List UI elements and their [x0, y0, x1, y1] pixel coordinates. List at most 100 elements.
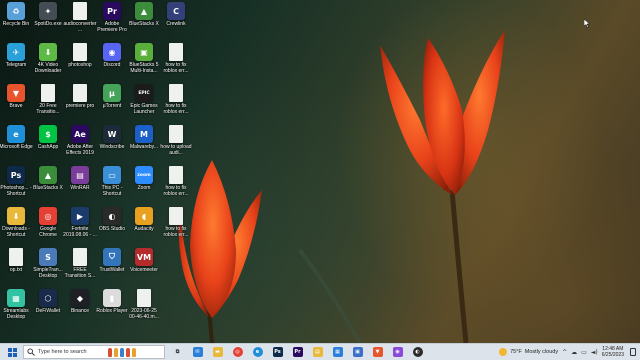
desktop-icon-label: how to fix roblox err... — [163, 103, 189, 115]
desktop-icon[interactable]: ⬇ 4K Video Downloader — [33, 43, 63, 74]
taskbar-app-notes[interactable]: ▤ — [308, 344, 327, 360]
desktop-icon[interactable]: ◎ Google Chrome — [33, 207, 63, 238]
desktop-icon-label: Malwareby... — [130, 144, 158, 150]
app-icon — [73, 43, 87, 61]
desktop-icon[interactable]: VM Voicemeeter — [129, 248, 159, 273]
desktop-icon[interactable]: how to fix roblox err... — [161, 166, 191, 197]
desktop-icon[interactable]: ◉ Discord — [97, 43, 127, 68]
desktop-icon[interactable]: ▦ Streamlabs Desktop — [1, 289, 31, 320]
desktop-icon[interactable]: FREE Transition S... — [65, 248, 95, 279]
desktop-icon[interactable]: ▶ Fortnite 2019.08.06 - ... — [63, 207, 97, 238]
app-icon: ◆ — [71, 289, 89, 307]
app-icon: ◉ — [103, 43, 121, 61]
desktop-icon[interactable]: ♻ Recycle Bin — [1, 2, 31, 27]
taskbar-app-obs[interactable]: ◐ — [408, 344, 427, 360]
taskbar-app-photos[interactable]: ▣ — [348, 344, 367, 360]
desktop-icon[interactable]: 2023-06-25 00-46-40.m... — [129, 289, 159, 320]
desktop-icon[interactable]: ▣ BlueStacks 5 Multi-Insta... — [129, 43, 159, 74]
desktop-icon-label: premiere pro — [65, 103, 95, 109]
desktop-icon-label: Fortnite 2019.08.06 - ... — [63, 226, 97, 238]
app-icon: ⛉ — [103, 248, 121, 266]
desktop-icon[interactable]: ▮ Roblox Player — [96, 289, 128, 314]
app-icon: C — [167, 2, 185, 20]
desktop-icon[interactable]: ⛉ TrustWallet — [97, 248, 127, 273]
app-icon: ▶ — [71, 207, 89, 225]
desktop-icon-label: 2023-06-25 00-46-40.m... — [129, 308, 159, 320]
desktop-icon[interactable]: ◆ Binance — [65, 289, 95, 314]
start-button[interactable] — [4, 344, 20, 360]
desktop-icon[interactable]: ▲ BlueStacks X — [33, 166, 63, 191]
desktop-icon[interactable]: S SimpleTran... Desktop — [33, 248, 63, 279]
photoshop-icon: Ps — [272, 347, 283, 357]
file-explorer-icon: ▬ — [212, 347, 223, 357]
desktop-icon[interactable]: how to fix roblox err... — [161, 207, 191, 238]
notification-center-icon[interactable] — [630, 348, 636, 356]
taskbar-app-edge[interactable]: e — [248, 344, 267, 360]
desktop-icon[interactable]: how to upload audi... — [160, 125, 192, 156]
desktop-icon-label: µTorrent — [102, 103, 122, 109]
desktop-icon[interactable]: $ CashApp — [33, 125, 63, 150]
search-icon — [27, 348, 35, 356]
taskbar-app-file-explorer[interactable]: ▬ — [208, 344, 227, 360]
brave-icon: ▼ — [372, 347, 383, 357]
desktop-icon[interactable]: C Crewlink — [161, 2, 191, 27]
desktop-icon[interactable]: ▲ BlueStacks X — [129, 2, 159, 27]
taskbar-app-chrome[interactable]: ◎ — [228, 344, 247, 360]
desktop-icon[interactable]: ▤ WinRAR — [65, 166, 95, 191]
desktop-icon-label: Voicemeeter — [130, 267, 158, 273]
taskbar-app-messenger[interactable]: ◉ — [388, 344, 407, 360]
taskbar-app-task-view[interactable]: ⧉ — [168, 344, 187, 360]
desktop-icon[interactable]: ⬇ Downloads - Shortcut — [1, 207, 31, 238]
app-icon: Ps — [7, 166, 25, 184]
desktop-icon[interactable]: how to fix roblox err... — [161, 43, 191, 74]
taskbar-app-brave[interactable]: ▼ — [368, 344, 387, 360]
desktop-icon[interactable]: Ae Adobe After Effects 2019 — [65, 125, 95, 156]
taskbar-app-premiere[interactable]: Pr — [288, 344, 307, 360]
desktop-icon[interactable]: ✈ Telegram — [1, 43, 31, 68]
search-input[interactable] — [38, 349, 104, 355]
desktop-icon[interactable]: e Microsoft Edge — [0, 125, 33, 150]
photos-icon: ▣ — [352, 347, 363, 357]
taskbar-app-mail[interactable]: ✉ — [188, 344, 207, 360]
desktop-icon-label: how to fix roblox err... — [163, 226, 189, 238]
app-icon: ▼ — [7, 84, 25, 102]
desktop-icon-label: Adobe Premiere Pro — [97, 21, 127, 33]
taskbar-clock[interactable]: 12:48 AM 6/25/2023 — [602, 346, 624, 358]
network-icon[interactable]: ▭ — [581, 349, 587, 356]
hidden-icons-chevron-icon[interactable]: ^ — [562, 349, 567, 356]
desktop-icon-label: OBS Studio — [98, 226, 126, 232]
desktop-icon-label: op.txt — [9, 267, 23, 273]
desktop-icon[interactable]: 20 Free Transitio... — [33, 84, 63, 115]
taskbar-app-store[interactable]: ▦ — [328, 344, 347, 360]
app-icon — [169, 125, 183, 143]
desktop-icon[interactable]: µ µTorrent — [97, 84, 127, 109]
app-icon — [41, 84, 55, 102]
desktop-icon[interactable]: Ps Photoshop... - Shortcut — [0, 166, 32, 197]
desktop-icon[interactable]: ▼ Brave — [1, 84, 31, 109]
taskbar-search-box[interactable] — [23, 345, 165, 359]
desktop-icon[interactable]: ✦ SpotiDo.exe — [33, 2, 63, 27]
desktop-icon[interactable]: M Malwareby... — [129, 125, 159, 150]
task-view-icon: ⧉ — [172, 347, 183, 357]
desktop-icon[interactable]: ◖ Audacity — [129, 207, 159, 232]
weather-widget[interactable]: 75°F Mostly cloudy — [499, 348, 558, 356]
desktop-icon[interactable]: ⬡ DeFiWallet — [33, 289, 63, 314]
desktop-icon[interactable]: premiere pro — [65, 84, 95, 109]
desktop-icon-label: Microsoft Edge — [0, 144, 33, 150]
desktop-icon[interactable]: audioconverter... — [63, 2, 97, 33]
desktop-icon[interactable]: op.txt — [1, 248, 31, 273]
desktop-icon[interactable]: Pr Adobe Premiere Pro — [97, 2, 127, 33]
desktop-icon[interactable]: W Windscribe — [97, 125, 127, 150]
desktop-icon-label: 4K Video Downloader — [34, 62, 62, 74]
desktop-icon[interactable]: ◐ OBS Studio — [97, 207, 127, 232]
onedrive-icon[interactable]: ☁ — [571, 349, 577, 356]
desktop-icon[interactable]: how to fix roblox err... — [161, 84, 191, 115]
app-icon: EPIC — [135, 84, 153, 102]
desktop-icon[interactable]: zoom Zoom — [129, 166, 159, 191]
desktop-icon[interactable]: photoshop — [65, 43, 95, 68]
windows-logo-icon — [7, 347, 17, 357]
volume-icon[interactable]: ◄) — [591, 349, 598, 356]
desktop-icon[interactable]: EPIC Epic Games Launcher — [129, 84, 159, 115]
desktop-icon[interactable]: ▭ This PC - Shortcut — [97, 166, 127, 197]
taskbar-app-photoshop[interactable]: Ps — [268, 344, 287, 360]
